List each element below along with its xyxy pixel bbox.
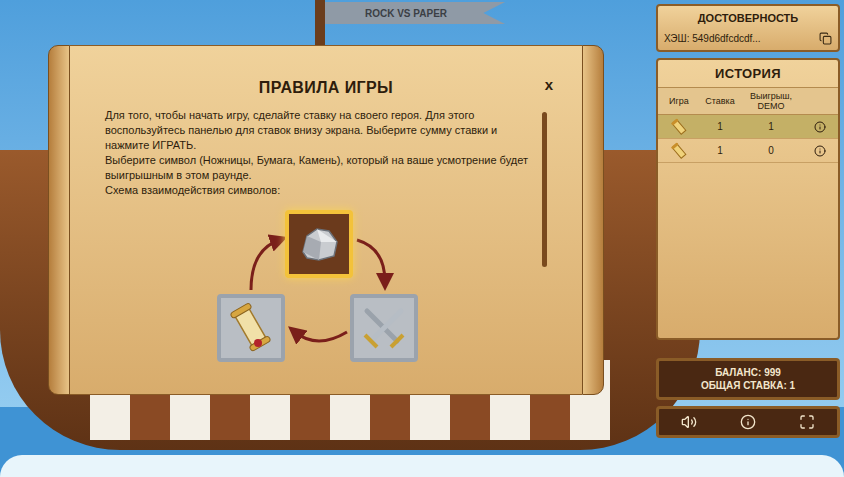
balance-text: БАЛАНС: 999 xyxy=(715,366,781,379)
hash-text: ХЭШ: 549d6dfcdcdf... xyxy=(664,31,813,46)
rules-title: ПРАВИЛА ИГРЫ xyxy=(259,76,393,100)
flag: ROCK VS PAPER xyxy=(325,2,505,24)
controls-panel xyxy=(656,406,840,438)
history-header: ИграСтавкаВыигрыш, DEMO xyxy=(658,87,838,115)
rock-icon xyxy=(297,224,341,264)
history-row[interactable]: 10 xyxy=(658,139,838,163)
close-button[interactable]: x xyxy=(543,74,555,97)
balance-panel: БАЛАНС: 999ОБЩАЯ СТАВКА: 1 xyxy=(656,358,840,400)
fullscreen-icon[interactable] xyxy=(799,414,815,430)
symbols-diagram xyxy=(217,210,420,362)
info-icon[interactable] xyxy=(814,121,826,133)
scroll-icon xyxy=(228,303,274,353)
waves xyxy=(0,455,844,477)
history-row[interactable]: 11 xyxy=(658,115,838,139)
total-bet-text: ОБЩАЯ СТАВКА: 1 xyxy=(701,379,795,392)
rules-paragraph: Выберите символ (Ножницы, Бумага, Камень… xyxy=(105,153,532,183)
symbol-tile xyxy=(217,294,285,362)
info-icon[interactable] xyxy=(740,414,756,430)
rules-panel: ПРАВИЛА ИГРЫ x Для того, чтобы начать игру… xyxy=(48,45,604,395)
scroll-roll-left xyxy=(48,45,70,395)
scrollbar[interactable] xyxy=(542,112,547,267)
history-panel: ИСТОРИЯИграСтавкаВыигрыш, DEMO1110 xyxy=(656,58,840,340)
symbol-tile xyxy=(285,210,353,278)
copy-icon[interactable] xyxy=(819,32,832,45)
sound-icon[interactable] xyxy=(681,414,697,430)
rules-paragraph: Схема взаимодействия символов: xyxy=(105,183,532,198)
mast xyxy=(315,0,325,50)
scroll-icon xyxy=(670,142,688,160)
game-screen: ROCK VS PAPER ПРАВИЛА ИГРЫ x Для того, чтоб… xyxy=(0,0,844,477)
info-icon[interactable] xyxy=(814,145,826,157)
crossed-swords-icon xyxy=(359,303,409,353)
symbol-tile xyxy=(350,294,418,362)
rules-paragraph: Для того, чтобы начать игру, сделайте ст… xyxy=(105,108,532,153)
scroll-roll-right xyxy=(582,45,604,395)
fairness-panel: ДОСТОВЕРНОСТЬХЭШ: 549d6dfcdcdf... xyxy=(656,4,840,52)
scroll-icon xyxy=(670,118,688,136)
